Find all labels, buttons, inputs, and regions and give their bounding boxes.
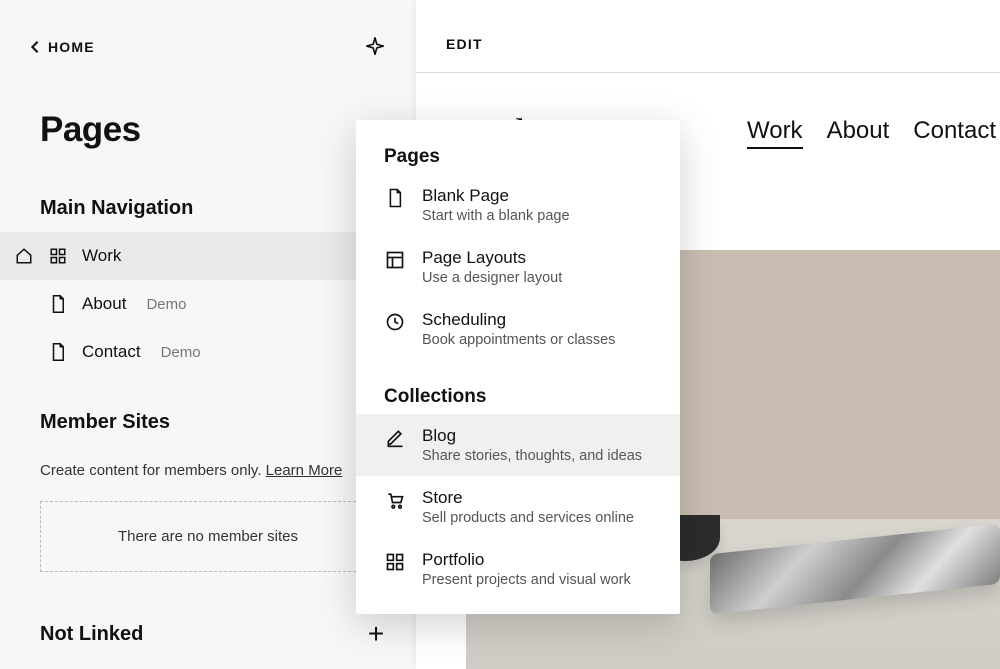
page-icon: [48, 342, 68, 362]
popover-collections-heading: Collections: [356, 360, 680, 414]
site-nav-work[interactable]: Work: [747, 117, 803, 149]
sidebar-top-bar: HOME: [0, 0, 416, 58]
popover-item-portfolio[interactable]: Portfolio Present projects and visual wo…: [356, 538, 680, 600]
empty-state-text: There are no member sites: [118, 528, 298, 545]
main-navigation-header: Main Navigation +: [0, 162, 416, 232]
collection-grid-icon: [48, 247, 68, 265]
nav-item-label: Contact: [82, 342, 141, 362]
demo-badge: Demo: [146, 296, 186, 313]
popover-item-title: Store: [422, 488, 634, 508]
site-nav-about[interactable]: About: [827, 117, 890, 149]
popover-item-subtitle: Use a designer layout: [422, 270, 562, 286]
popover-pages-heading: Pages: [356, 120, 680, 174]
site-nav: Work About Contact: [747, 117, 1000, 149]
cart-icon: [384, 488, 406, 510]
member-sites-empty-state: There are no member sites: [40, 501, 376, 572]
clock-icon: [384, 310, 406, 332]
nav-item-label: About: [82, 294, 126, 314]
popover-item-subtitle: Book appointments or classes: [422, 332, 615, 348]
member-sites-description: Create content for members only. Learn M…: [0, 446, 416, 479]
not-linked-title: Not Linked: [40, 623, 143, 646]
popover-item-title: Blank Page: [422, 186, 570, 206]
popover-item-subtitle: Start with a blank page: [422, 208, 570, 224]
popover-item-subtitle: Present projects and visual work: [422, 572, 631, 588]
main-navigation-title: Main Navigation: [40, 197, 193, 220]
popover-item-scheduling[interactable]: Scheduling Book appointments or classes: [356, 298, 680, 360]
learn-more-link[interactable]: Learn More: [266, 462, 343, 479]
popover-item-title: Blog: [422, 426, 642, 446]
page-icon: [384, 186, 406, 208]
popover-item-title: Scheduling: [422, 310, 615, 330]
popover-item-page-layouts[interactable]: Page Layouts Use a designer layout: [356, 236, 680, 298]
nav-item-contact[interactable]: Contact Demo: [0, 328, 416, 376]
preview-topbar: EDIT: [416, 0, 1000, 73]
nav-item-about[interactable]: About Demo: [0, 280, 416, 328]
nav-item-label: Work: [82, 246, 121, 266]
popover-item-title: Page Layouts: [422, 248, 562, 268]
chevron-left-icon: [30, 40, 40, 54]
popover-item-blog[interactable]: Blog Share stories, thoughts, and ideas: [356, 414, 680, 476]
popover-item-subtitle: Sell products and services online: [422, 510, 634, 526]
member-sites-header: Member Sites +: [0, 376, 416, 446]
not-linked-header: Not Linked +: [0, 572, 416, 658]
sparkle-icon[interactable]: [364, 36, 386, 58]
home-link[interactable]: HOME: [30, 39, 95, 55]
popover-item-subtitle: Share stories, thoughts, and ideas: [422, 448, 642, 464]
home-icon: [14, 247, 34, 265]
member-sites-desc-text: Create content for members only.: [40, 462, 261, 479]
popover-item-blank-page[interactable]: Blank Page Start with a blank page: [356, 174, 680, 236]
pen-icon: [384, 426, 406, 448]
page-icon: [48, 294, 68, 314]
pages-title: Pages: [0, 58, 416, 162]
add-page-popover: Pages Blank Page Start with a blank page…: [356, 120, 680, 614]
demo-badge: Demo: [161, 344, 201, 361]
member-sites-title: Member Sites: [40, 411, 170, 434]
layout-icon: [384, 248, 406, 270]
popover-item-title: Portfolio: [422, 550, 631, 570]
main-navigation-list: Work About Demo Contact Demo: [0, 232, 416, 376]
site-nav-contact[interactable]: Contact: [913, 117, 996, 149]
add-not-linked-button[interactable]: +: [362, 620, 390, 648]
sidebar: HOME Pages Main Navigation + Work About …: [0, 0, 416, 669]
nav-item-work[interactable]: Work: [0, 232, 416, 280]
edit-button[interactable]: EDIT: [446, 36, 483, 52]
collection-grid-icon: [384, 550, 406, 572]
popover-item-store[interactable]: Store Sell products and services online: [356, 476, 680, 538]
home-label: HOME: [48, 39, 95, 55]
